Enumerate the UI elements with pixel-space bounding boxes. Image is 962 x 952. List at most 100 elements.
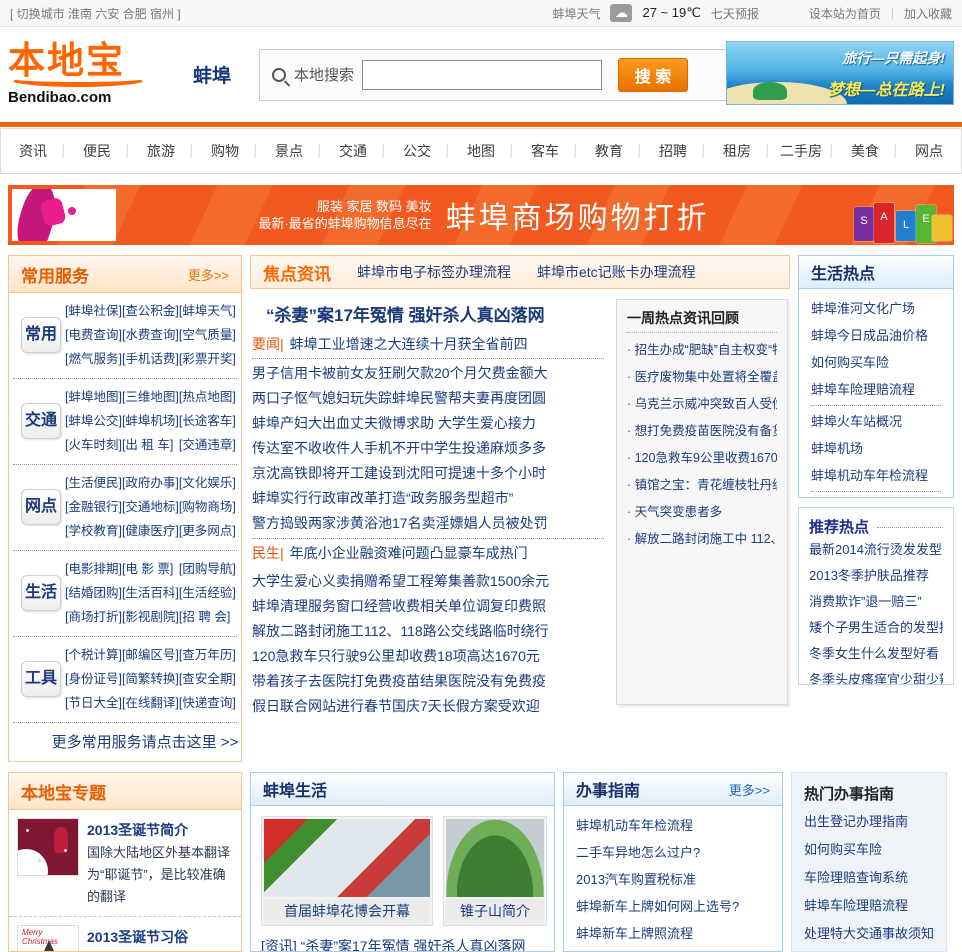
service-link[interactable]: [结婚团购] [65, 581, 122, 605]
christmas-thumb-1[interactable] [17, 818, 79, 876]
service-link[interactable]: [查安全期] [179, 667, 236, 691]
service-link[interactable]: [水费查询] [122, 323, 179, 347]
more-services-link[interactable]: 更多常用服务请点击这里 >> [9, 723, 241, 761]
service-link[interactable]: [简繁转换] [122, 667, 179, 691]
topic-title[interactable]: 2013圣诞节习俗 [87, 925, 233, 949]
news-item[interactable]: 假日联合网站进行春节国庆7天长假方案受欢迎 [252, 694, 604, 719]
news-headline[interactable]: “杀妻”案17年冤情 强奸杀人真凶落网 [252, 299, 604, 332]
life-hot-item[interactable]: 蚌埠车险理赔流程 [811, 376, 941, 403]
news-item[interactable]: 蚌埠实行行政审改革打造“政务服务型超市” [252, 486, 604, 511]
nav-item[interactable]: 旅游 [129, 141, 193, 161]
service-link[interactable]: [蚌埠社保] [65, 299, 122, 323]
service-link[interactable]: [影视剧院] [122, 605, 179, 629]
life-hot-item[interactable]: 蚌埠淮河文化广场 [811, 295, 941, 322]
service-link[interactable]: [生活经验] [179, 581, 236, 605]
add-favorite-link[interactable]: 加入收藏 [904, 5, 952, 22]
service-link[interactable]: [蚌埠天气] [179, 299, 236, 323]
service-link[interactable]: [电影排期] [65, 557, 122, 581]
nav-item[interactable]: 招聘 [641, 141, 705, 161]
news-item[interactable]: 大学生爱心义卖捐赠希望工程筹集善款1500余元 [252, 569, 604, 594]
news-item[interactable]: 蚌埠产妇大出血丈夫微博求助 大学生爱心接力 [252, 411, 604, 436]
life-hot-item[interactable]: 蚌埠今日成品油价格 [811, 322, 941, 349]
service-link[interactable]: [购物商场] [179, 495, 236, 519]
hot-guide-item[interactable]: 车险理赔查询系统 [792, 864, 946, 892]
week-review-item[interactable]: 镇馆之宝：青花缠枝牡丹纹盖罐 [627, 472, 777, 499]
week-review-item[interactable]: 想打免费疫苗医院没有备货 [627, 418, 777, 445]
service-link[interactable]: [交通地标] [122, 495, 179, 519]
service-link[interactable]: [电费查询] [65, 323, 122, 347]
service-link[interactable]: [手机话费] [122, 347, 179, 371]
services-more-link[interactable]: 更多>> [188, 265, 229, 284]
guide-item[interactable]: 蚌埠新车上牌照流程 [576, 920, 770, 947]
focus-header-link[interactable]: 蚌埠市etc记账卡办理流程 [537, 262, 696, 282]
nav-item[interactable]: 地图 [449, 141, 513, 161]
site-logo[interactable]: 本地宝 Bendibao.com [8, 42, 183, 106]
service-link[interactable]: [节日大全] [65, 691, 122, 715]
life-hot-item[interactable]: 公积金查询 [811, 494, 941, 497]
hot-guide-item[interactable]: 处理特大交通事故须知 [792, 920, 946, 948]
nav-item[interactable]: 租房 [705, 141, 769, 161]
service-link[interactable]: [空气质量] [179, 323, 236, 347]
service-link[interactable]: [交通违章] [179, 433, 236, 457]
guide-item[interactable]: 蚌埠新车上牌如何网上选号? [576, 893, 770, 920]
recommend-item[interactable]: 矮个子男生适合的发型推荐 [809, 615, 943, 641]
search-button[interactable]: 搜 索 [618, 57, 689, 92]
service-link[interactable]: [文化娱乐] [179, 471, 236, 495]
recommend-item[interactable]: 冬季头皮瘙痒宜少甜少辣 [809, 667, 943, 684]
news-item[interactable]: 蚌埠清理服务窗口经营收费相关单位调复印费照 [252, 594, 604, 619]
service-link[interactable]: [团购导航] [179, 557, 236, 581]
nav-item[interactable]: 客车 [513, 141, 577, 161]
recommend-item[interactable]: 消费欺诈”退一赔三” [809, 589, 943, 615]
nav-item[interactable]: 景点 [257, 141, 321, 161]
focus-header-link[interactable]: 蚌埠市电子标签办理流程 [357, 262, 511, 282]
nav-item[interactable]: 资讯 [1, 141, 65, 161]
nav-item[interactable]: 二手房 [769, 141, 833, 161]
hot-guide-item[interactable]: 出生登记办理指南 [792, 808, 946, 836]
service-link[interactable]: [生活便民] [65, 471, 122, 495]
news-item[interactable]: 传达室不收收件人手机不开中学生投递麻烦多多 [252, 436, 604, 461]
week-review-item[interactable]: 解放二路封闭施工中 112、118路公 [627, 526, 777, 553]
life-hot-item[interactable]: 蚌埠机场 [811, 435, 941, 462]
photo-zhuizi-mountain[interactable]: 锥子山简介 [443, 816, 547, 926]
service-link[interactable]: [生活百科] [122, 581, 179, 605]
life-hot-item[interactable]: 蚌埠机动车年检流程 [811, 462, 941, 489]
service-link[interactable]: [政府办事] [122, 471, 179, 495]
guide-more-link[interactable]: 更多>> [729, 780, 770, 799]
weather-link[interactable]: 蚌埠天气 [552, 5, 600, 22]
news-item[interactable]: 警方捣毁两家涉黄浴池17名卖淫嫖娼人员被处罚 [252, 511, 604, 536]
christmas-thumb-2[interactable]: Merry Christmas [17, 925, 79, 951]
service-link[interactable]: [蚌埠公交] [65, 409, 122, 433]
service-link[interactable]: [身份证号] [65, 667, 122, 691]
service-link[interactable]: [三维地图] [122, 385, 179, 409]
nav-item[interactable]: 网点 [897, 141, 961, 161]
service-link[interactable]: [彩票开奖] [179, 347, 236, 371]
nav-item[interactable]: 教育 [577, 141, 641, 161]
hot-guide-item[interactable]: 全款买二手房流程 [792, 948, 946, 951]
news-lead-minsheng[interactable]: 民生| 年底小企业融资难问题凸显豪车成热门 [252, 538, 604, 567]
guide-item[interactable]: 机动车注册登记流程 [576, 947, 770, 951]
service-link[interactable]: [学校教育] [65, 519, 122, 543]
nav-item[interactable]: 美食 [833, 141, 897, 161]
service-link[interactable]: [更多网点] [179, 519, 236, 543]
search-input[interactable] [362, 59, 603, 90]
week-review-item[interactable]: 天气突变患者多 [627, 499, 777, 526]
service-link[interactable]: [招 聘 会] [179, 605, 236, 629]
news-item[interactable]: 带着孩子去医院打免费疫苗结果医院没有免费疫 [252, 669, 604, 694]
life-hot-item[interactable]: 蚌埠火车站概况 [811, 408, 941, 435]
service-link[interactable]: [在线翻译] [122, 691, 179, 715]
service-link[interactable]: [快递查询] [179, 691, 236, 715]
service-link[interactable]: [查万年历] [179, 643, 236, 667]
service-link[interactable]: [个税计算] [65, 643, 122, 667]
travel-ad-banner[interactable]: 旅行—只需起身! 梦想—总在路上! [726, 41, 954, 105]
recommend-item[interactable]: 最新2014流行烫发发型 [809, 537, 943, 563]
photo-caption[interactable]: 锥子山简介 [446, 899, 544, 923]
recommend-item[interactable]: 2013冬季护肤品推荐 [809, 563, 943, 589]
news-item[interactable]: 两口子怄气媳妇玩失踪蚌埠民警帮夫妻再度团圆 [252, 386, 604, 411]
service-link[interactable]: [商场打折] [65, 605, 122, 629]
service-link[interactable]: [长途客车] [179, 409, 236, 433]
service-link[interactable]: [邮编区号] [122, 643, 179, 667]
hot-guide-item[interactable]: 如何购买车险 [792, 836, 946, 864]
nav-item[interactable]: 公交 [385, 141, 449, 161]
service-link[interactable]: [电 影 票] [122, 557, 179, 581]
guide-item[interactable]: 蚌埠机动车年检流程 [576, 812, 770, 839]
